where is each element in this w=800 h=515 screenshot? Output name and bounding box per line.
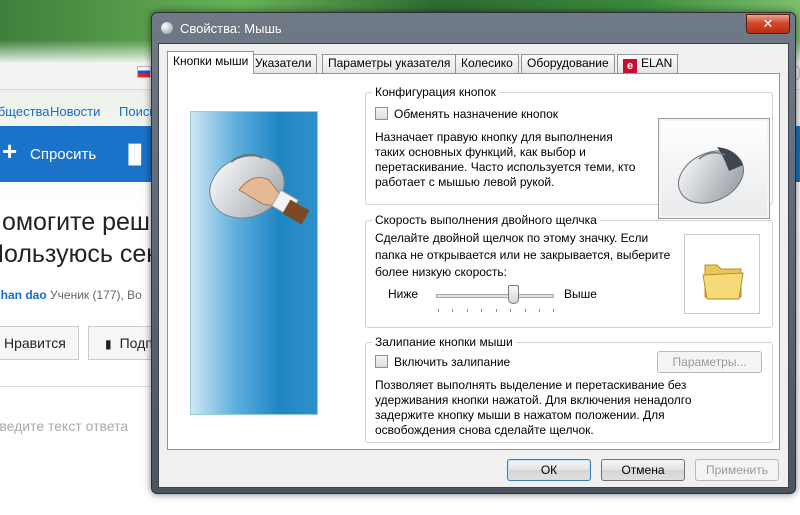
swap-buttons-label[interactable]: Обменять назначение кнопок <box>394 107 558 121</box>
bar-chart-icon[interactable]: ▐▌ <box>122 144 148 165</box>
ok-button[interactable]: ОК <box>507 459 591 481</box>
mouse-properties-dialog: Свойства: Мышь ✕ Кнопки мыши Указатели П… <box>151 12 796 494</box>
click-lock-title: Залипание кнопки мыши <box>372 335 516 349</box>
answer-input[interactable]: Введите текст ответа <box>0 418 128 434</box>
close-button[interactable]: ✕ <box>746 14 790 34</box>
click-lock-settings-button[interactable]: Параметры... <box>657 351 762 373</box>
tab-wheel[interactable]: Колесико <box>455 54 519 73</box>
mouse-icon <box>161 22 173 34</box>
like-button[interactable]: Нравится <box>0 326 79 360</box>
speed-fast-label: Выше <box>564 287 597 301</box>
button-config-description: Назначает правую кнопку для выполнения т… <box>375 130 636 189</box>
site-header-bar: + Спросить ▐▌ <box>0 126 160 182</box>
bookmark-icon: ▮ <box>105 337 112 351</box>
double-click-title: Скорость выполнения двойного щелчка <box>372 213 600 227</box>
speed-slow-label: Ниже <box>388 287 419 301</box>
plus-icon: + <box>2 136 18 166</box>
tab-pointers[interactable]: Указатели <box>249 54 318 73</box>
click-lock-description: Позволяет выполнять выделение и перетаск… <box>375 378 692 437</box>
button-config-title: Конфигурация кнопок <box>372 85 499 99</box>
click-lock-group: Залипание кнопки мыши Включить залипание… <box>365 335 773 443</box>
button-config-group: Конфигурация кнопок Обменять назначение … <box>365 85 773 219</box>
double-click-speed-slider[interactable] <box>436 294 554 298</box>
slider-thumb[interactable] <box>508 285 519 304</box>
subscribe-button[interactable]: ▮ Подп <box>88 326 160 360</box>
tab-mouse-buttons[interactable]: Кнопки мыши <box>167 51 255 74</box>
nav-link-search[interactable]: Поиск <box>119 104 155 119</box>
tab-elan[interactable]: e ELAN <box>617 54 679 73</box>
tab-hardware[interactable]: Оборудование <box>521 54 615 73</box>
dialog-title: Свойства: Мышь <box>180 21 282 36</box>
nav-link-communities[interactable]: Сообщества <box>0 104 50 119</box>
double-click-group: Скорость выполнения двойного щелчка Сдел… <box>365 213 773 328</box>
click-lock-checkbox[interactable] <box>375 355 388 368</box>
dialog-title-bar[interactable]: Свойства: Мышь ✕ <box>152 13 795 43</box>
elan-logo-icon: e <box>623 59 637 73</box>
double-click-description: Сделайте двойной щелчок по этому значку.… <box>375 231 671 279</box>
author-meta: Ученик (177), Во <box>50 288 142 302</box>
divider <box>0 386 160 387</box>
language-flag-icon[interactable] <box>137 66 151 78</box>
dialog-client-area: Кнопки мыши Указатели Параметры указател… <box>158 43 789 488</box>
test-folder-area[interactable] <box>684 234 760 314</box>
author-name[interactable]: Nhan dao <box>0 288 47 302</box>
tab-pointer-options[interactable]: Параметры указателя <box>322 54 457 73</box>
click-lock-label[interactable]: Включить залипание <box>394 355 510 369</box>
mouse-buttons-panel: Конфигурация кнопок Обменять назначение … <box>167 73 780 450</box>
slider-ticks <box>438 309 554 312</box>
folder-icon <box>702 264 744 300</box>
apply-button[interactable]: Применить <box>695 459 779 481</box>
mouse-hand-illustration <box>190 111 318 415</box>
ask-button[interactable]: Спросить <box>30 146 96 163</box>
mouse-preview-image <box>658 118 770 219</box>
swap-buttons-checkbox[interactable] <box>375 107 388 120</box>
cancel-button[interactable]: Отмена <box>601 459 685 481</box>
nav-link-news[interactable]: Новости <box>50 104 100 119</box>
question-author: Nhan dao Ученик (177), Во <box>0 288 142 302</box>
